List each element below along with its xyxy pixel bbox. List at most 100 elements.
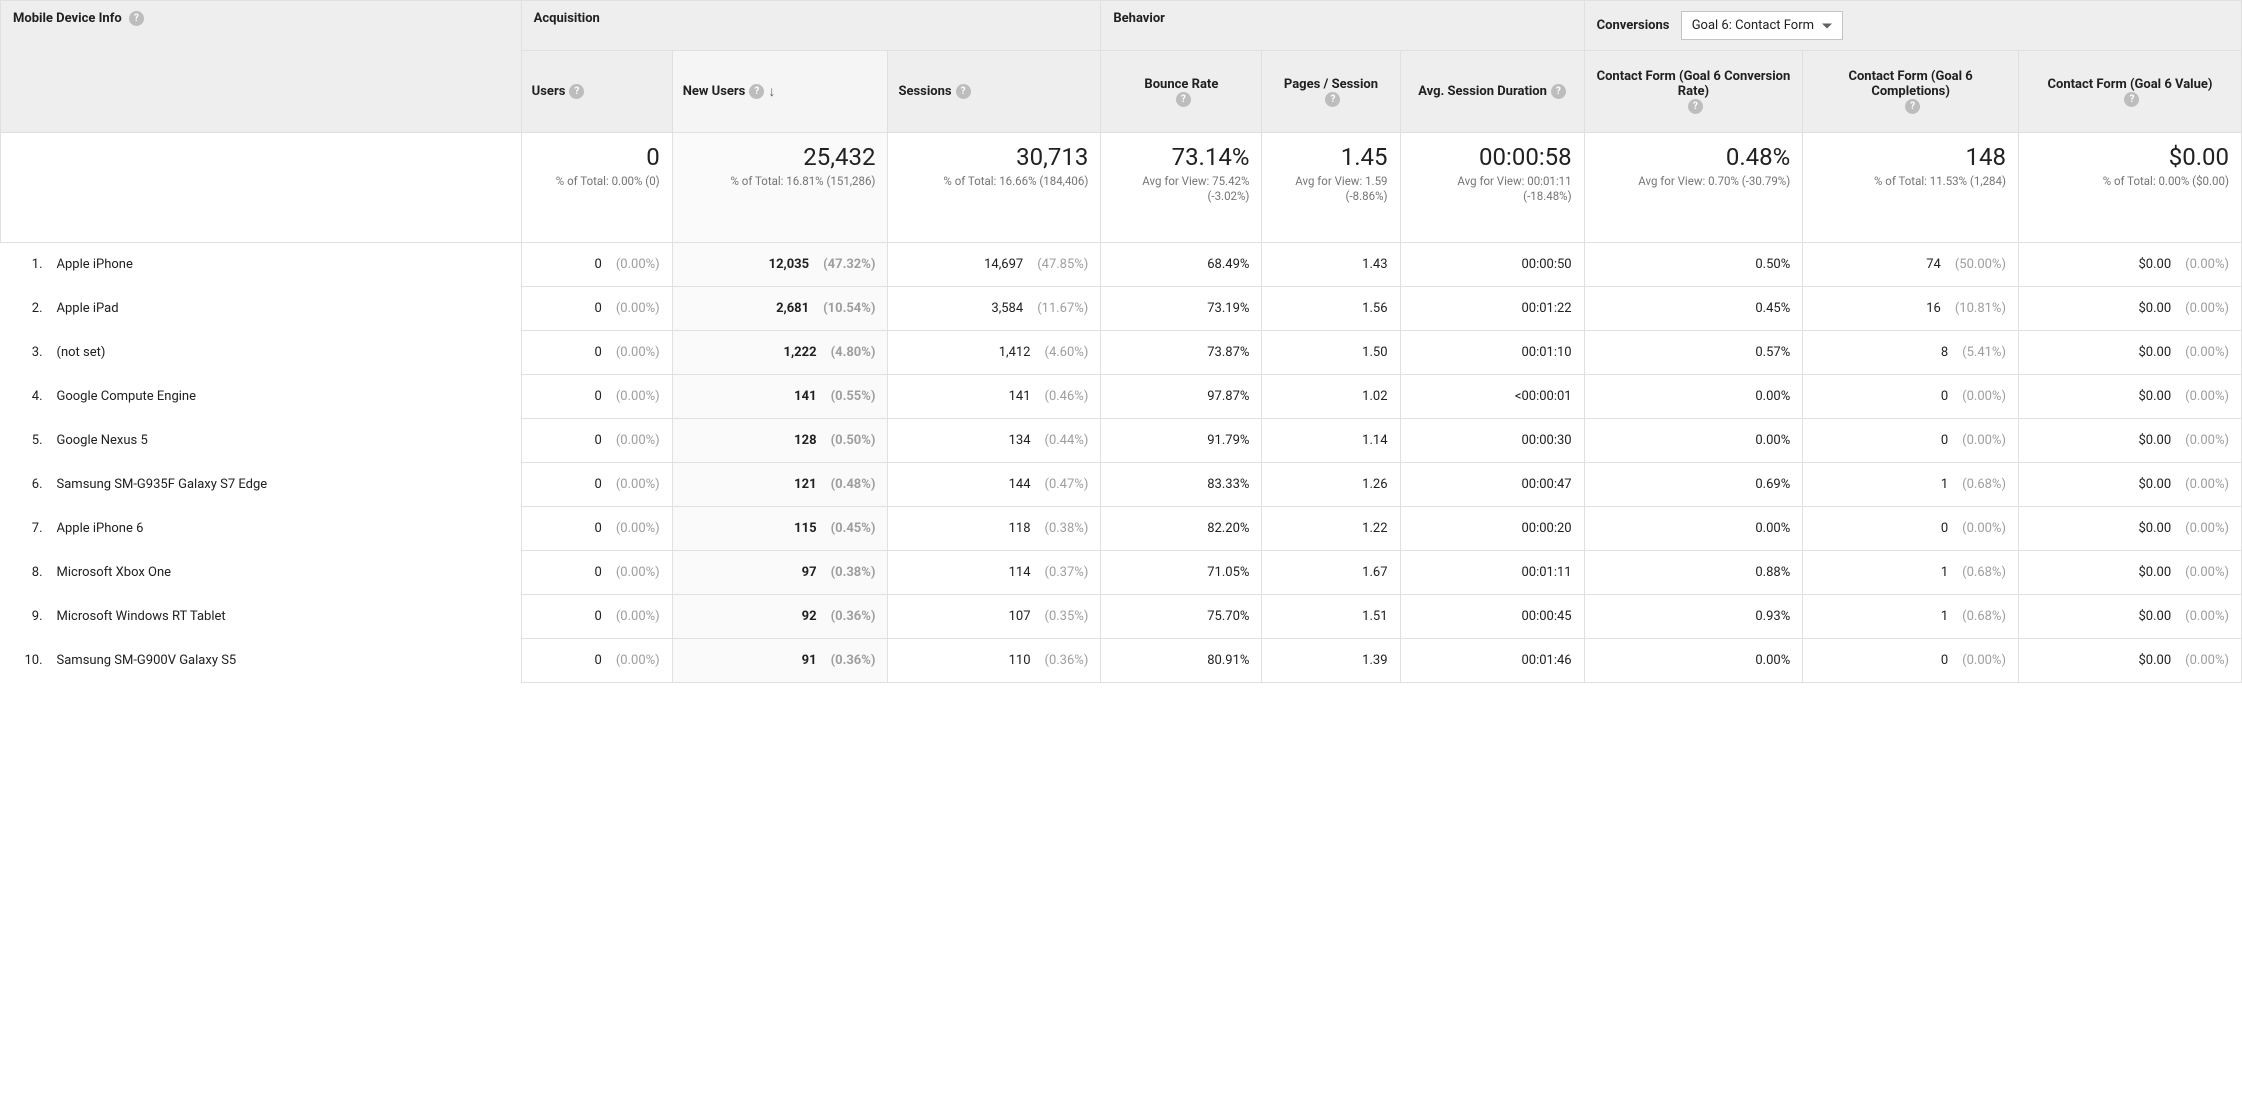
col-completions[interactable]: Contact Form (Goal 6 Completions)?: [1803, 51, 2019, 133]
cell-value: $0.00(0.00%): [2018, 463, 2241, 507]
cell-pps: 1.67: [1262, 551, 1400, 595]
cell-conv-rate: 0.00%: [1584, 419, 1803, 463]
device-name[interactable]: Samsung SM-G900V Galaxy S5: [49, 639, 521, 682]
col-new-users[interactable]: New Users?↓: [672, 51, 888, 133]
cell-value: $0.00(0.00%): [2018, 287, 2241, 331]
device-name[interactable]: Google Nexus 5: [49, 419, 521, 462]
cell-pps: 1.50: [1262, 331, 1400, 375]
cell-conv-rate: 0.93%: [1584, 595, 1803, 639]
cell-sessions: 3,584(11.67%): [888, 287, 1101, 331]
cell-bounce: 82.20%: [1101, 507, 1262, 551]
row-index: 9.: [1, 595, 49, 638]
cell-sessions: 141(0.46%): [888, 375, 1101, 419]
device-name[interactable]: Apple iPhone 6: [49, 507, 521, 550]
summary-completions: 148% of Total: 11.53% (1,284): [1803, 133, 2019, 243]
goal-selector-dropdown[interactable]: Goal 6: Contact Form: [1681, 11, 1843, 40]
help-icon[interactable]: ?: [1688, 99, 1703, 114]
table-row[interactable]: 9.Microsoft Windows RT Tablet0(0.00%)92(…: [1, 595, 2242, 639]
cell-completions: 16(10.81%): [1803, 287, 2019, 331]
cell-conv-rate: 0.45%: [1584, 287, 1803, 331]
cell-sessions: 114(0.37%): [888, 551, 1101, 595]
cell-value: $0.00(0.00%): [2018, 331, 2241, 375]
table-row[interactable]: 6.Samsung SM-G935F Galaxy S7 Edge0(0.00%…: [1, 463, 2242, 507]
cell-bounce: 68.49%: [1101, 243, 1262, 287]
device-name[interactable]: Samsung SM-G935F Galaxy S7 Edge: [49, 463, 521, 506]
group-acquisition: Acquisition: [521, 1, 1101, 51]
cell-sessions: 14,697(47.85%): [888, 243, 1101, 287]
row-index: 4.: [1, 375, 49, 418]
cell-duration: 00:00:30: [1400, 419, 1584, 463]
cell-sessions: 144(0.47%): [888, 463, 1101, 507]
help-icon[interactable]: ?: [1325, 92, 1340, 107]
cell-users: 0(0.00%): [521, 331, 672, 375]
summary-pps: 1.45Avg for View: 1.59 (-8.86%): [1262, 133, 1400, 243]
cell-sessions: 134(0.44%): [888, 419, 1101, 463]
device-name[interactable]: (not set): [49, 331, 521, 374]
device-name[interactable]: Microsoft Windows RT Tablet: [49, 595, 521, 638]
col-users[interactable]: Users?: [521, 51, 672, 133]
help-icon[interactable]: ?: [749, 84, 764, 99]
help-icon[interactable]: ?: [129, 11, 144, 26]
cell-conv-rate: 0.69%: [1584, 463, 1803, 507]
row-index: 10.: [1, 639, 49, 682]
table-row[interactable]: 2.Apple iPad0(0.00%)2,681(10.54%)3,584(1…: [1, 287, 2242, 331]
summary-duration: 00:00:58Avg for View: 00:01:11 (-18.48%): [1400, 133, 1584, 243]
table-row[interactable]: 3.(not set)0(0.00%)1,222(4.80%)1,412(4.6…: [1, 331, 2242, 375]
device-name[interactable]: Apple iPad: [49, 287, 521, 330]
cell-bounce: 71.05%: [1101, 551, 1262, 595]
summary-row: 0% of Total: 0.00% (0) 25,432% of Total:…: [1, 133, 2242, 243]
col-pages-session[interactable]: Pages / Session?: [1262, 51, 1400, 133]
col-sessions[interactable]: Sessions?: [888, 51, 1101, 133]
table-row[interactable]: 7.Apple iPhone 60(0.00%)115(0.45%)118(0.…: [1, 507, 2242, 551]
cell-completions: 1(0.68%): [1803, 551, 2019, 595]
col-bounce-rate[interactable]: Bounce Rate?: [1101, 51, 1262, 133]
cell-pps: 1.56: [1262, 287, 1400, 331]
cell-bounce: 97.87%: [1101, 375, 1262, 419]
device-name[interactable]: Apple iPhone: [49, 243, 521, 286]
help-icon[interactable]: ?: [1551, 84, 1566, 99]
cell-duration: 00:00:50: [1400, 243, 1584, 287]
cell-value: $0.00(0.00%): [2018, 419, 2241, 463]
cell-bounce: 91.79%: [1101, 419, 1262, 463]
cell-users: 0(0.00%): [521, 551, 672, 595]
group-behavior: Behavior: [1101, 1, 1584, 51]
cell-completions: 0(0.00%): [1803, 375, 2019, 419]
cell-users: 0(0.00%): [521, 287, 672, 331]
help-icon[interactable]: ?: [1176, 92, 1191, 107]
cell-completions: 1(0.68%): [1803, 595, 2019, 639]
table-row[interactable]: 8.Microsoft Xbox One0(0.00%)97(0.38%)114…: [1, 551, 2242, 595]
cell-completions: 0(0.00%): [1803, 507, 2019, 551]
help-icon[interactable]: ?: [956, 84, 971, 99]
dimension-header[interactable]: Mobile Device Info ?: [1, 1, 522, 133]
table-row[interactable]: 5.Google Nexus 50(0.00%)128(0.50%)134(0.…: [1, 419, 2242, 463]
table-row[interactable]: 1.Apple iPhone0(0.00%)12,035(47.32%)14,6…: [1, 243, 2242, 287]
device-name[interactable]: Microsoft Xbox One: [49, 551, 521, 594]
cell-bounce: 73.87%: [1101, 331, 1262, 375]
cell-completions: 1(0.68%): [1803, 463, 2019, 507]
cell-users: 0(0.00%): [521, 595, 672, 639]
row-index: 8.: [1, 551, 49, 594]
cell-value: $0.00(0.00%): [2018, 551, 2241, 595]
col-conv-rate[interactable]: Contact Form (Goal 6 Conversion Rate)?: [1584, 51, 1803, 133]
summary-value: $0.00% of Total: 0.00% ($0.00): [2018, 133, 2241, 243]
table-row[interactable]: 4.Google Compute Engine0(0.00%)141(0.55%…: [1, 375, 2242, 419]
col-avg-duration[interactable]: Avg. Session Duration?: [1400, 51, 1584, 133]
help-icon[interactable]: ?: [2124, 92, 2139, 107]
cell-users: 0(0.00%): [521, 243, 672, 287]
device-name[interactable]: Google Compute Engine: [49, 375, 521, 418]
cell-completions: 0(0.00%): [1803, 419, 2019, 463]
help-icon[interactable]: ?: [569, 84, 584, 99]
help-icon[interactable]: ?: [1905, 99, 1920, 114]
table-row[interactable]: 10.Samsung SM-G900V Galaxy S50(0.00%)91(…: [1, 639, 2242, 683]
cell-value: $0.00(0.00%): [2018, 243, 2241, 287]
col-value[interactable]: Contact Form (Goal 6 Value)?: [2018, 51, 2241, 133]
summary-conv-rate: 0.48%Avg for View: 0.70% (-30.79%): [1584, 133, 1803, 243]
cell-new-users: 92(0.36%): [672, 595, 888, 639]
summary-sessions: 30,713% of Total: 16.66% (184,406): [888, 133, 1101, 243]
cell-conv-rate: 0.88%: [1584, 551, 1803, 595]
cell-conv-rate: 0.00%: [1584, 375, 1803, 419]
cell-pps: 1.14: [1262, 419, 1400, 463]
summary-bounce: 73.14%Avg for View: 75.42% (-3.02%): [1101, 133, 1262, 243]
cell-duration: 00:00:45: [1400, 595, 1584, 639]
analytics-table: Mobile Device Info ? Acquisition Behavio…: [0, 0, 2242, 683]
